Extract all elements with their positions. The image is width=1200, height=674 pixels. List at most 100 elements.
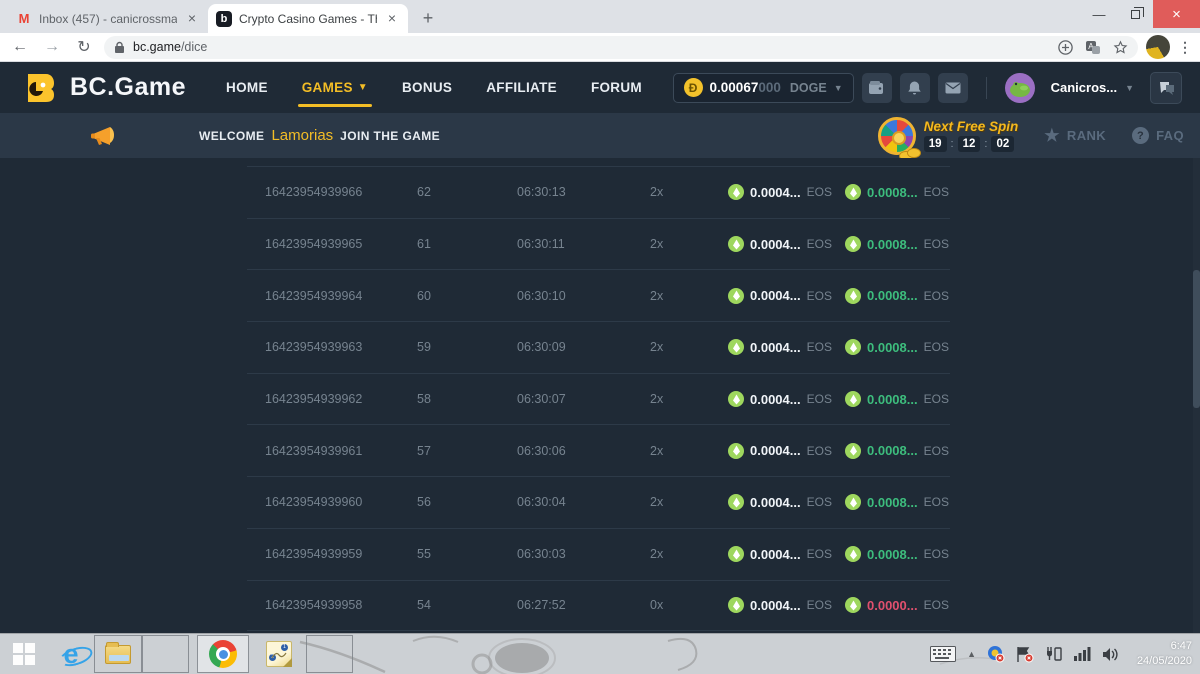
taskbar-pinned-slot[interactable]: [142, 635, 189, 673]
tray-app-alert-icon[interactable]: [987, 645, 1005, 663]
show-hidden-icons-chevron[interactable]: ▲: [967, 649, 976, 659]
table-row[interactable]: 16423954939963 59 06:30:09 2x 0.0004... …: [247, 321, 950, 373]
free-spin-label: Next Free Spin: [924, 119, 1019, 134]
multiplier-cell: 2x: [650, 495, 728, 509]
table-row[interactable]: 16423954939959 55 06:30:03 2x 0.0004... …: [247, 528, 950, 580]
window-minimize-button[interactable]: —: [1081, 0, 1117, 28]
divider: [986, 77, 987, 99]
nav-home[interactable]: HOME: [226, 62, 268, 113]
faq-link[interactable]: ? FAQ: [1132, 127, 1184, 144]
multiplier-cell: 2x: [650, 444, 728, 458]
remove-hardware-icon[interactable]: [1045, 646, 1063, 662]
internet-explorer-icon: e: [63, 639, 78, 670]
chat-button[interactable]: [1150, 72, 1182, 104]
player-name: Lamorias: [271, 127, 333, 144]
bell-icon: [907, 80, 922, 96]
eos-coin-icon: [845, 597, 861, 613]
table-row[interactable]: 16423954939962 58 06:30:07 2x 0.0004... …: [247, 373, 950, 425]
username-label[interactable]: Canicros...: [1051, 80, 1117, 95]
bet-id-cell: 16423954939960: [265, 495, 417, 509]
header-right: Đ 0.00067000 DOGE ▼ Canicros... ▼: [673, 72, 1182, 104]
eos-coin-icon: [728, 184, 744, 200]
scrollbar-thumb[interactable]: [1193, 270, 1200, 408]
system-tray: ▲ 6:47 24/05/2020: [930, 634, 1200, 674]
taskbar-pinned-slot[interactable]: [306, 635, 353, 673]
coins-icon: [907, 148, 921, 158]
table-row[interactable]: 16423954939958 54 06:27:52 0x 0.0004... …: [247, 580, 950, 632]
tab-close-icon[interactable]: ×: [184, 11, 200, 27]
bcgame-logo[interactable]: BC.Game: [22, 70, 186, 106]
page-content: 16423954939966 62 06:30:13 2x 0.0004... …: [0, 158, 1200, 633]
table-row[interactable]: 16423954939965 61 06:30:11 2x 0.0004... …: [247, 218, 950, 270]
address-bar[interactable]: bc.game/dice A: [104, 36, 1138, 59]
gmail-favicon-icon: M: [16, 11, 32, 27]
table-row[interactable]: 16423954939966 62 06:30:13 2x 0.0004... …: [247, 166, 950, 218]
multiplier-cell: 2x: [650, 237, 728, 251]
multiplier-cell: 2x: [650, 547, 728, 561]
taskbar-notes-app[interactable]: 1 2: [255, 634, 303, 674]
nav-forum[interactable]: FORUM: [591, 62, 642, 113]
table-row[interactable]: 16423954939964 60 06:30:10 2x 0.0004... …: [247, 269, 950, 321]
back-icon[interactable]: ←: [8, 38, 32, 56]
payout-amount-cell: 0.0008... EOS: [845, 288, 950, 304]
messages-button[interactable]: [938, 73, 968, 103]
eos-coin-icon: [728, 443, 744, 459]
bet-amount-cell: 0.0004... EOS: [728, 236, 845, 252]
time-cell: 06:30:06: [517, 444, 650, 458]
balance-currency: DOGE: [790, 81, 827, 95]
table-row[interactable]: 16423954939961 57 06:30:06 2x 0.0004... …: [247, 424, 950, 476]
tab-close-icon[interactable]: ×: [384, 11, 400, 27]
free-spin-timer: 19:12:02: [924, 136, 1019, 152]
roll-result-cell: 57: [417, 444, 517, 458]
bet-amount-cell: 0.0004... EOS: [728, 443, 845, 459]
browser-tab-bcgame[interactable]: b Crypto Casino Games - The 8 Bes ×: [208, 4, 408, 33]
nav-affiliate[interactable]: AFFILIATE: [486, 62, 557, 113]
reload-icon[interactable]: ↻: [72, 37, 96, 57]
browser-toolbar: ← → ↻ bc.game/dice A ⋮: [0, 33, 1200, 62]
eos-coin-icon: [728, 546, 744, 562]
windows-taskbar: e 1 2 ▲: [0, 633, 1200, 674]
chevron-down-icon[interactable]: ▼: [1125, 83, 1134, 93]
network-signal-icon[interactable]: [1074, 647, 1091, 661]
nav-bonus[interactable]: BONUS: [402, 62, 452, 113]
eos-coin-icon: [728, 339, 744, 355]
bookmark-star-icon[interactable]: [1113, 40, 1128, 55]
translate-icon[interactable]: A: [1085, 40, 1101, 55]
add-circle-icon[interactable]: [1058, 40, 1073, 55]
browser-menu-icon[interactable]: ⋮: [1178, 39, 1192, 56]
time-cell: 06:30:11: [517, 237, 650, 251]
nav-games[interactable]: GAMES▼: [302, 62, 368, 113]
browser-profile-avatar[interactable]: [1146, 35, 1170, 59]
wallet-icon: [868, 80, 885, 95]
bet-id-cell: 16423954939962: [265, 392, 417, 406]
table-row[interactable]: 16423954939960 56 06:30:04 2x 0.0004... …: [247, 476, 950, 528]
page-scrollbar[interactable]: [1193, 158, 1200, 633]
window-restore-button[interactable]: [1117, 0, 1153, 28]
user-avatar[interactable]: [1005, 73, 1035, 103]
window-close-button[interactable]: ×: [1153, 0, 1200, 28]
browser-tab-gmail[interactable]: M Inbox (457) - canicrossmaxx@gm ×: [8, 4, 208, 33]
folder-icon: [105, 645, 131, 664]
balance-selector[interactable]: Đ 0.00067000 DOGE ▼: [673, 73, 854, 103]
speaker-icon[interactable]: [1102, 647, 1119, 662]
notifications-button[interactable]: [900, 73, 930, 103]
taskbar-clock[interactable]: 6:47 24/05/2020: [1130, 639, 1192, 669]
rank-link[interactable]: ★ RANK: [1044, 126, 1106, 146]
eos-coin-icon: [728, 597, 744, 613]
bet-amount-cell: 0.0004... EOS: [728, 391, 845, 407]
taskbar-chrome-active[interactable]: [197, 635, 249, 673]
action-center-flag-icon[interactable]: [1016, 646, 1034, 663]
free-spin-widget[interactable]: Next Free Spin 19:12:02: [878, 117, 1019, 155]
taskbar-apps: e 1 2: [0, 634, 353, 674]
taskbar-internet-explorer[interactable]: e: [48, 634, 94, 674]
forward-icon[interactable]: →: [40, 38, 64, 56]
wallet-button[interactable]: [862, 73, 892, 103]
multiplier-cell: 0x: [650, 598, 728, 612]
taskbar-file-explorer[interactable]: [94, 635, 142, 673]
new-tab-button[interactable]: +: [414, 4, 442, 32]
start-button[interactable]: [0, 634, 48, 674]
touch-keyboard-icon[interactable]: [930, 646, 956, 662]
roll-result-cell: 55: [417, 547, 517, 561]
time-cell: 06:30:07: [517, 392, 650, 406]
payout-amount-cell: 0.0008... EOS: [845, 184, 950, 200]
